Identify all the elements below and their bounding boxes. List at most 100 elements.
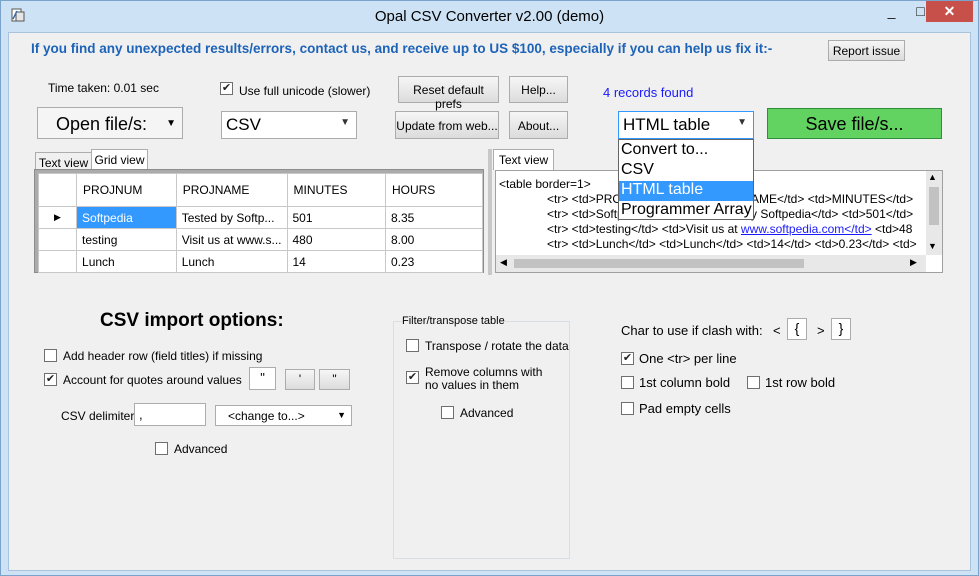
remove-empty-label: Remove columns with — [425, 365, 543, 379]
output-combo-value: HTML table — [623, 115, 711, 134]
delimiter-input[interactable]: , — [134, 403, 206, 426]
horizontal-scrollbar[interactable]: ◀ ▶ — [496, 255, 926, 272]
scroll-arrow-icon: ▲ — [928, 172, 937, 182]
grid-cell[interactable]: 8.00 — [384, 228, 484, 251]
row-header — [37, 228, 78, 251]
grid-cell[interactable]: Visit us at www.s... — [175, 228, 288, 251]
tab-grid-view[interactable]: Grid view — [91, 149, 148, 170]
transpose-checkbox[interactable] — [406, 339, 419, 352]
filter-advanced-label: Advanced — [460, 406, 514, 420]
chevron-down-icon: ▼ — [337, 410, 346, 420]
quotes-checkbox[interactable]: ✔ — [44, 373, 57, 386]
reset-prefs-button[interactable]: Reset default prefs — [398, 76, 499, 111]
help-button[interactable]: Help... — [509, 76, 568, 103]
app-window: Opal CSV Converter v2.00 (demo) _ □ ✕ If… — [0, 0, 979, 576]
grid-cell[interactable]: testing — [76, 228, 177, 251]
preview-line: AME</td> <td>MINUTES</td> — [751, 192, 914, 206]
lt-replace-input[interactable]: { — [787, 318, 807, 340]
vertical-scrollbar[interactable]: ▲ ▼ — [926, 171, 942, 255]
delimiter-combo[interactable]: <change to...> ▼ — [215, 405, 352, 426]
column-header[interactable]: MINUTES — [286, 173, 386, 207]
table-row[interactable]: testing Visit us at www.s... 480 8.00 — [37, 228, 484, 251]
data-grid[interactable]: PROJNUM PROJNAME MINUTES HOURS ▶ Softped… — [37, 173, 484, 273]
quote-char-input[interactable]: " — [249, 367, 276, 390]
grid-cell[interactable]: Lunch — [175, 250, 288, 273]
grid-header-row: PROJNUM PROJNAME MINUTES HOURS — [37, 173, 484, 207]
records-found-label: 4 records found — [603, 85, 694, 100]
splitter[interactable] — [488, 149, 492, 275]
close-button[interactable]: ✕ — [926, 1, 973, 22]
grid-cell[interactable]: Lunch — [76, 250, 177, 273]
add-header-label: Add header row (field titles) if missing — [63, 349, 263, 363]
column-header[interactable]: PROJNUM — [76, 173, 177, 207]
pad-empty-checkbox[interactable] — [621, 402, 634, 415]
scroll-thumb[interactable] — [514, 259, 804, 268]
output-combo[interactable]: HTML table ▼ — [618, 111, 754, 139]
report-issue-button[interactable]: Report issue — [828, 40, 905, 61]
chevron-down-icon: ▼ — [737, 117, 747, 128]
open-file-button[interactable]: Open file/s: ▼ — [37, 107, 183, 139]
format-combo-value: CSV — [226, 115, 261, 134]
gt-replace-input[interactable]: } — [831, 318, 851, 340]
about-button[interactable]: About... — [509, 111, 568, 139]
save-file-button[interactable]: Save file/s... — [767, 108, 942, 139]
tab-text-view-left[interactable]: Text view — [35, 152, 92, 170]
update-from-web-button[interactable]: Update from web... — [395, 111, 499, 139]
dropdown-option-selected[interactable]: HTML table — [619, 181, 753, 201]
remove-empty-checkbox[interactable]: ✔ — [406, 371, 419, 384]
row-pointer-icon: ▶ — [37, 206, 78, 229]
transpose-label: Transpose / rotate the data — [425, 339, 569, 353]
chevron-down-icon: ▼ — [166, 118, 176, 129]
grid-cell[interactable]: 8.35 — [384, 206, 484, 229]
grid-cell[interactable]: Tested by Softp... — [175, 206, 288, 229]
scroll-arrow-icon: ▼ — [928, 241, 937, 251]
open-file-label: Open file/s: — [56, 114, 148, 134]
first-col-bold-checkbox[interactable] — [621, 376, 634, 389]
preview-line: <tr> <td>Softp — [547, 207, 624, 221]
title-bar[interactable]: Opal CSV Converter v2.00 (demo) _ □ ✕ — [1, 1, 978, 32]
one-tr-checkbox[interactable]: ✔ — [621, 352, 634, 365]
clash-label: Char to use if clash with: — [621, 323, 763, 338]
scroll-thumb[interactable] — [929, 187, 939, 225]
dropdown-option[interactable]: Convert to... — [619, 141, 753, 161]
tab-text-view-right[interactable]: Text view — [493, 149, 554, 170]
grid-panel: PROJNUM PROJNAME MINUTES HOURS ▶ Softped… — [34, 169, 484, 273]
format-combo[interactable]: CSV ▼ — [221, 111, 357, 139]
filter-groupbox — [393, 321, 570, 559]
dropdown-option[interactable]: Programmer Array — [619, 201, 753, 221]
column-header[interactable]: PROJNAME — [175, 173, 288, 207]
grid-cell[interactable]: 0.23 — [384, 250, 484, 273]
add-header-checkbox[interactable] — [44, 349, 57, 362]
first-row-bold-checkbox[interactable] — [747, 376, 760, 389]
preview-line: <tr> <td>testing</td> <td>Visit us at ww… — [547, 222, 912, 236]
csv-advanced-checkbox[interactable] — [155, 442, 168, 455]
chevron-down-icon: ▼ — [340, 117, 350, 128]
delimiter-label: CSV delimiter — [61, 409, 135, 423]
dropdown-option[interactable]: CSV — [619, 161, 753, 181]
double-quote-button[interactable]: " — [319, 369, 350, 390]
table-row[interactable]: Lunch Lunch 14 0.23 — [37, 250, 484, 273]
minimize-button[interactable]: _ — [877, 1, 906, 22]
grid-cell[interactable]: Softpedia — [76, 206, 177, 229]
filter-advanced-checkbox[interactable] — [441, 406, 454, 419]
time-taken-label: Time taken: 0.01 sec — [48, 81, 159, 95]
checkmark-icon: ✔ — [221, 82, 232, 94]
first-row-bold-label: 1st row bold — [765, 375, 836, 390]
checkmark-icon: ✔ — [45, 373, 56, 385]
grid-cell[interactable]: 501 — [286, 206, 386, 229]
preview-line: <table border=1> — [499, 177, 591, 191]
grid-cell[interactable]: 480 — [286, 228, 386, 251]
remove-empty-label-2: no values in them — [425, 378, 520, 392]
unicode-checkbox[interactable]: ✔ — [220, 82, 233, 95]
single-quote-button[interactable]: ' — [285, 369, 315, 390]
preview-link[interactable]: www.softpedia.com</td> — [741, 222, 872, 236]
preview-line: y Softpedia</td> <td>501</td> — [751, 207, 914, 221]
column-header[interactable]: HOURS — [384, 173, 484, 207]
table-row[interactable]: ▶ Softpedia Tested by Softp... 501 8.35 — [37, 206, 484, 229]
output-dropdown-list[interactable]: Convert to... CSV HTML table Programmer … — [618, 139, 754, 220]
unicode-label: Use full unicode (slower) — [239, 84, 371, 98]
delimiter-combo-value: <change to...> — [228, 409, 305, 423]
filter-group-title: Filter/transpose table — [402, 315, 505, 327]
checkmark-icon: ✔ — [622, 352, 633, 364]
grid-cell[interactable]: 14 — [286, 250, 386, 273]
